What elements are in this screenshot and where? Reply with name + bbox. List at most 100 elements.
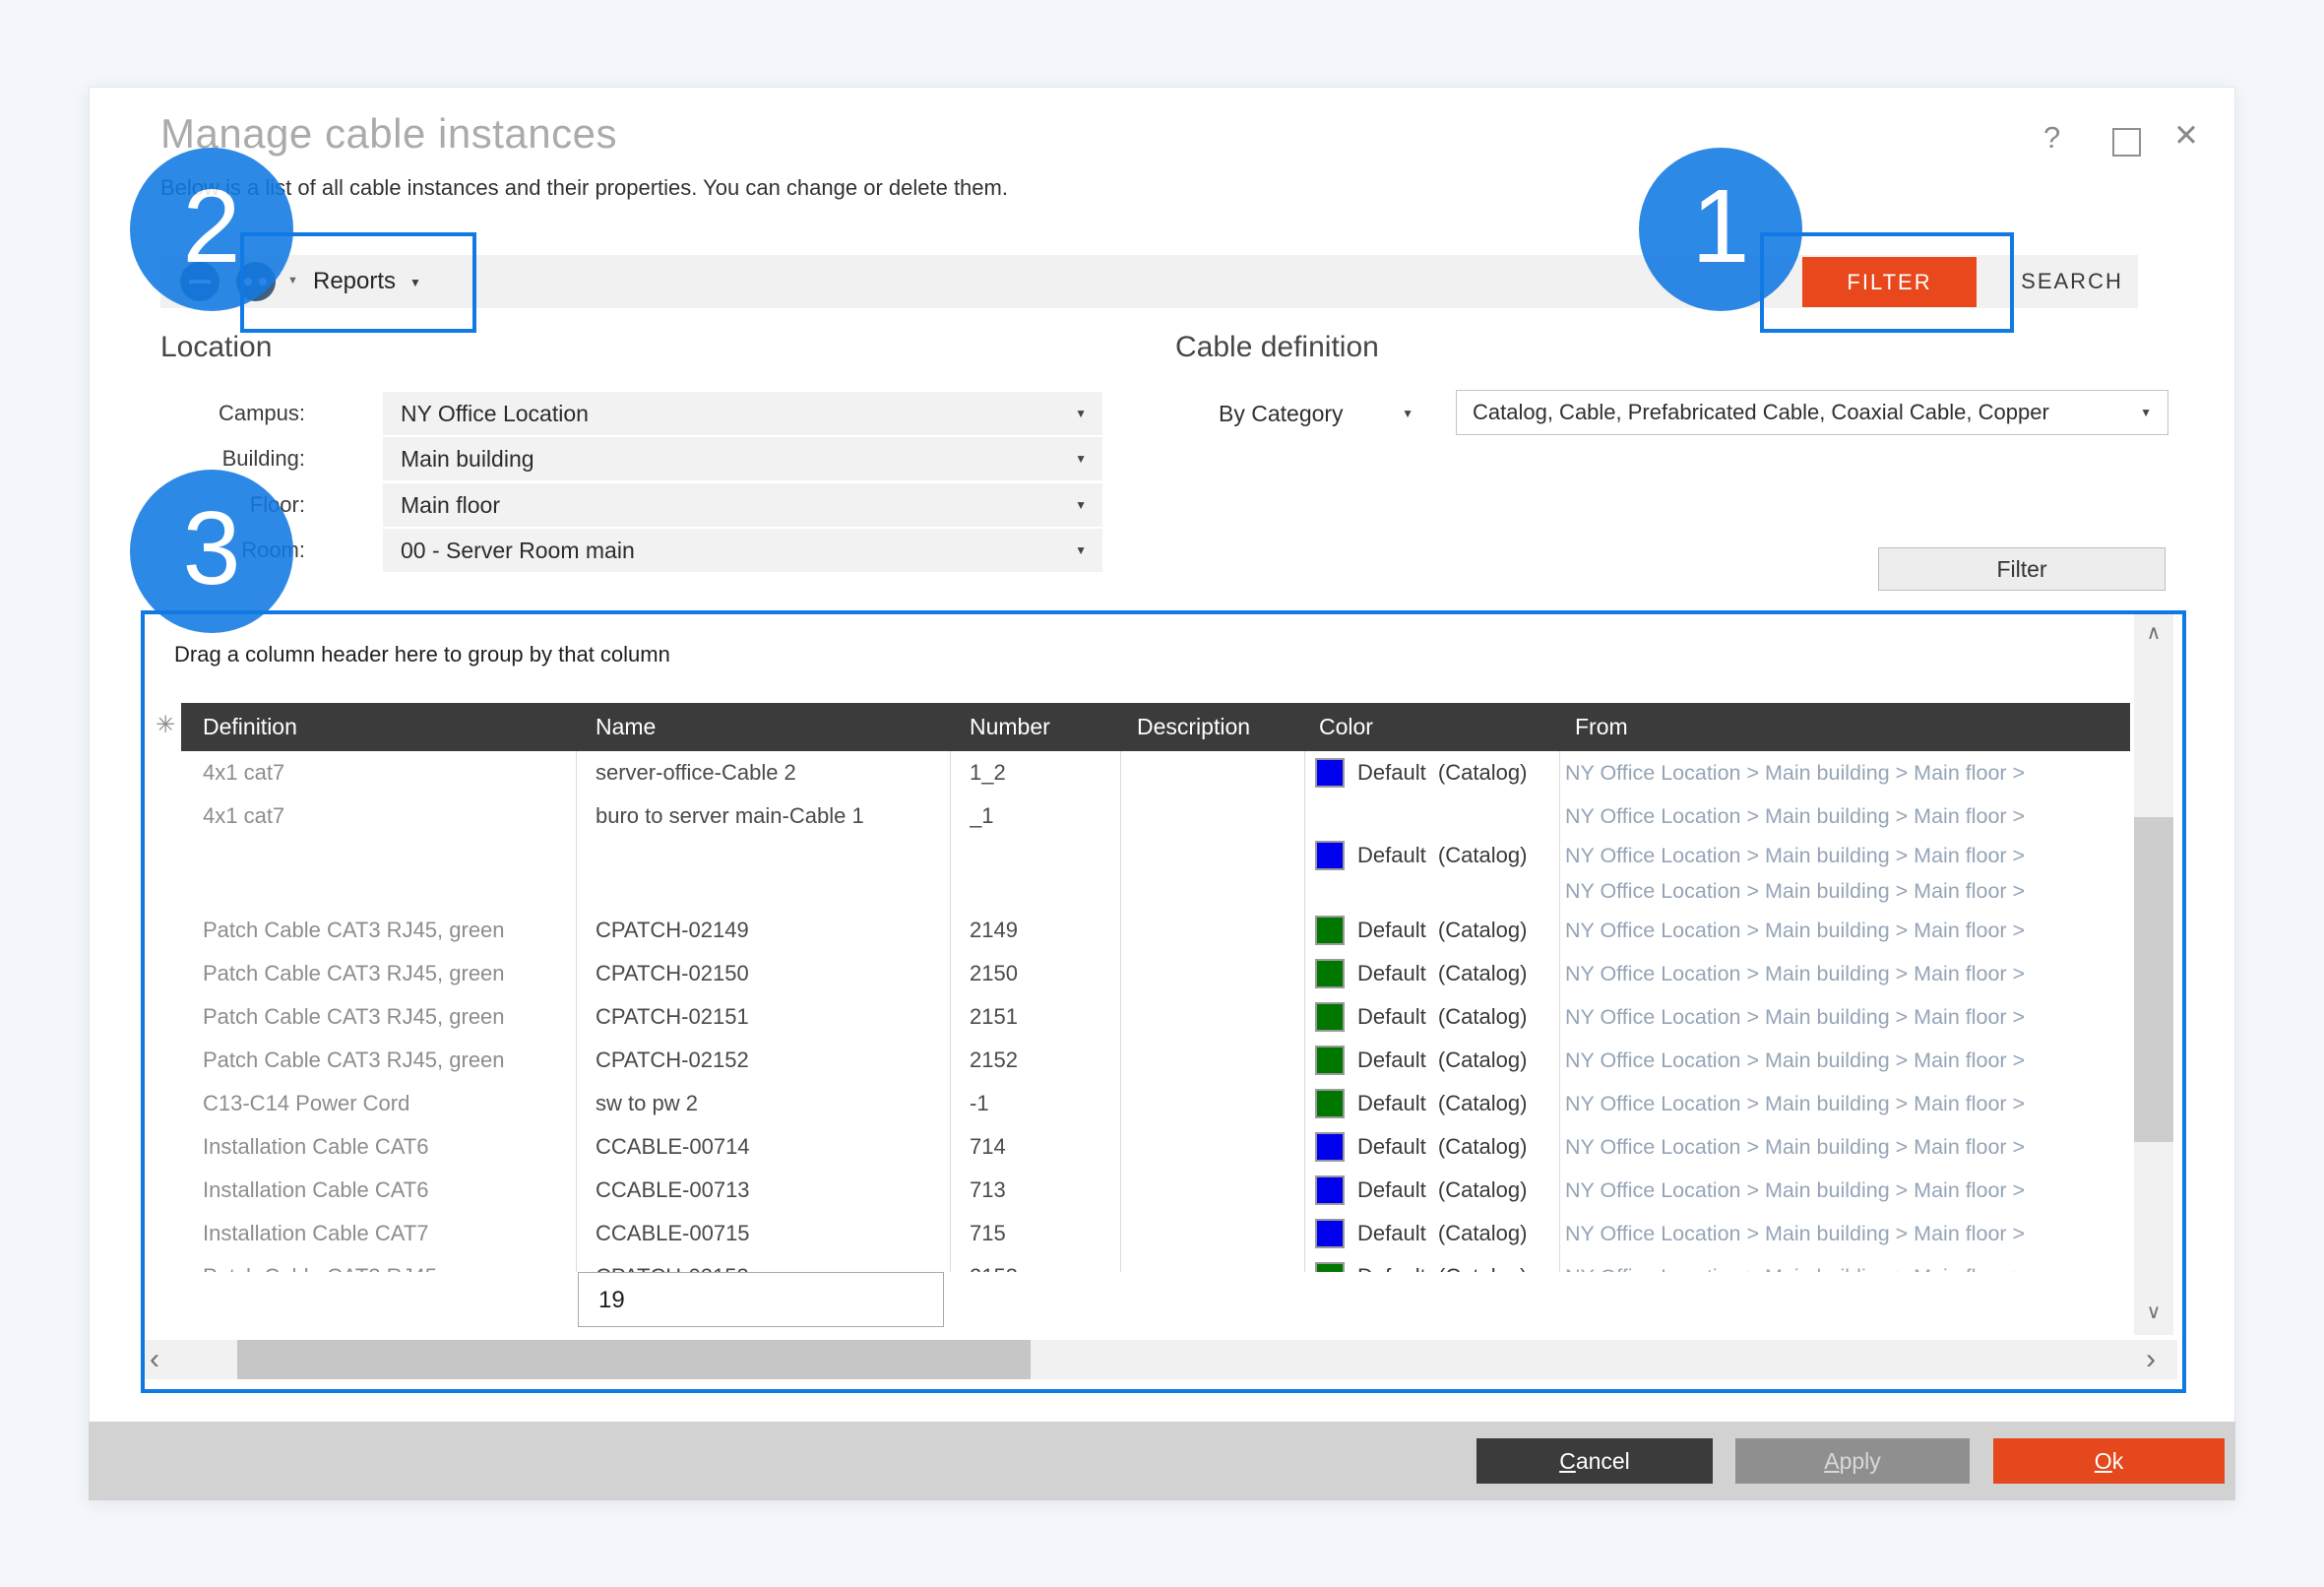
cell-number: 2153 — [970, 1255, 1107, 1272]
cell-color-label: Default (Catalog) — [1357, 1212, 1554, 1255]
color-swatch-blue — [1315, 841, 1345, 870]
cell-definition: Patch Cable CAT3 RJ45, green — [203, 1039, 567, 1082]
scroll-right-icon[interactable]: › — [2146, 1341, 2156, 1378]
maximize-icon[interactable] — [2112, 128, 2141, 157]
cell-number: 2150 — [970, 952, 1107, 995]
cell-from: NY Office Location > Main building > Mai… — [1565, 873, 2129, 909]
table-row[interactable]: Patch Cable CAT3 RJ45, greenCPATCH-02150… — [145, 952, 2130, 995]
cell-color-label: Default (Catalog) — [1357, 1255, 1554, 1272]
column-header-number[interactable]: Number — [970, 703, 1050, 751]
color-swatch-blue — [1315, 1219, 1345, 1248]
table-row[interactable]: Default (Catalog) NY Office Location > Ma… — [145, 838, 2130, 873]
cell-definition: Patch Cable CAT3 RJ45, green — [203, 1255, 567, 1272]
category-value: Catalog, Cable, Prefabricated Cable, Coa… — [1457, 391, 2132, 434]
building-dropdown[interactable]: Main building ▼ — [383, 437, 1102, 480]
annotation-step-1: 1 — [1639, 148, 1802, 311]
cell-from: NY Office Location > Main building > Mai… — [1565, 751, 2129, 794]
cell-number: 715 — [970, 1212, 1107, 1255]
location-heading: Location — [160, 331, 272, 364]
column-header-color[interactable]: Color — [1319, 703, 1373, 751]
cell-definition: 4x1 cat7 — [203, 794, 567, 838]
ok-button[interactable]: Ok — [1993, 1438, 2225, 1484]
table-row[interactable]: Installation Cable CAT6CCABLE-00713713De… — [145, 1169, 2130, 1212]
cell-from: NY Office Location > Main building > Mai… — [1565, 1169, 2129, 1212]
table-row[interactable]: Installation Cable CAT7CCABLE-00715715De… — [145, 1212, 2130, 1255]
chevron-down-icon: ▼ — [1075, 483, 1087, 527]
cell-color-label: Default (Catalog) — [1357, 751, 1554, 794]
cable-definition-heading: Cable definition — [1175, 331, 1379, 364]
table-row[interactable]: Patch Cable CAT3 RJ45, green CPATCH-02152… — [145, 1039, 2130, 1082]
cell-from: NY Office Location > Main building > Mai… — [1565, 1039, 2129, 1082]
column-header-definition[interactable]: Definition — [203, 703, 297, 751]
cell-name: CCABLE-00714 — [596, 1125, 942, 1169]
floor-value: Main floor — [383, 492, 500, 518]
horizontal-scroll-thumb[interactable] — [237, 1340, 1031, 1379]
filter-button[interactable]: Filter — [1878, 547, 2166, 591]
table-row[interactable]: Patch Cable CAT3 RJ45, greenCPATCH-02149… — [145, 909, 2130, 952]
cell-definition: Installation Cable CAT6 — [203, 1125, 567, 1169]
floor-dropdown[interactable]: Main floor ▼ — [383, 483, 1102, 527]
cell-color-label: Default (Catalog) — [1357, 1082, 1554, 1125]
cell-name: CPATCH-02152 — [596, 1039, 942, 1082]
cancel-button[interactable]: Cancel — [1476, 1438, 1713, 1484]
table-row[interactable]: 4x1 cat7server-office-Cable 21_2Default … — [145, 751, 2130, 794]
annotation-step-2: 2 — [130, 148, 293, 311]
cell-from: NY Office Location > Main building > Mai… — [1565, 1255, 2129, 1272]
table-row[interactable]: NY Office Location > Main building > Mai… — [145, 873, 2130, 909]
cell-definition: C13-C14 Power Cord — [203, 1082, 567, 1125]
apply-button[interactable]: Apply — [1735, 1438, 1970, 1484]
row-selector-icon: ✳ — [156, 711, 175, 739]
cell-number: 1_2 — [970, 751, 1107, 794]
scroll-down-icon[interactable]: ∨ — [2134, 1300, 2173, 1324]
column-header-from[interactable]: From — [1575, 703, 1628, 751]
cell-name: sw to pw 2 — [596, 1082, 942, 1125]
close-icon[interactable]: ✕ — [2173, 118, 2199, 154]
table-row[interactable]: C13-C14 Power Cordsw to pw 2-1Default (C… — [145, 1082, 2130, 1125]
grid-header-row: Definition Name Number Description Color… — [181, 703, 2130, 751]
help-icon[interactable]: ? — [2043, 120, 2060, 156]
table-row[interactable]: 4x1 cat7buro to server main-Cable 1_1NY … — [145, 794, 2130, 838]
color-swatch-green — [1315, 916, 1345, 945]
scroll-left-icon[interactable]: ‹ — [150, 1341, 159, 1378]
cell-from: NY Office Location > Main building > Mai… — [1565, 794, 2129, 838]
campus-dropdown[interactable]: NY Office Location ▼ — [383, 392, 1102, 435]
cell-color-label: Default (Catalog) — [1357, 1039, 1554, 1082]
cell-definition: Patch Cable CAT3 RJ45, green — [203, 909, 567, 952]
table-row[interactable]: Patch Cable CAT3 RJ45, green CPATCH-02153… — [145, 1255, 2130, 1272]
column-header-name[interactable]: Name — [596, 703, 656, 751]
by-category-dropdown[interactable]: By Category ▼ — [1219, 392, 1429, 435]
color-swatch-green — [1315, 1262, 1345, 1272]
cell-from: NY Office Location > Main building > Mai… — [1565, 838, 2129, 873]
chevron-down-icon: ▼ — [1075, 392, 1087, 435]
column-header-description[interactable]: Description — [1137, 703, 1250, 751]
cell-name: CPATCH-02153 — [596, 1255, 942, 1272]
dialog-description: Below is a list of all cable instances a… — [160, 175, 1008, 201]
ok-label: Ok — [2095, 1438, 2123, 1484]
cell-from: NY Office Location > Main building > Mai… — [1565, 1125, 2129, 1169]
vertical-scroll-thumb[interactable] — [2134, 817, 2173, 1142]
cell-definition: Installation Cable CAT6 — [203, 1169, 567, 1212]
room-dropdown[interactable]: 00 - Server Room main ▼ — [383, 529, 1102, 572]
annotation-step-3: 3 — [130, 470, 293, 633]
cell-from: NY Office Location > Main building > Mai… — [1565, 995, 2129, 1039]
cell-editor-input[interactable] — [579, 1273, 923, 1314]
cell-color-label: Default (Catalog) — [1357, 995, 1554, 1039]
table-row[interactable]: Patch Cable CAT3 RJ45, greenCPATCH-02151… — [145, 995, 2130, 1039]
cell-color-label: Default (Catalog) — [1357, 909, 1554, 952]
cell-color-label: Default (Catalog) — [1357, 1169, 1554, 1212]
cell-number: _1 — [970, 794, 1107, 838]
cell-definition: Patch Cable CAT3 RJ45, green — [203, 995, 567, 1039]
color-swatch-green — [1315, 959, 1345, 988]
cell-from: NY Office Location > Main building > Mai… — [1565, 909, 2129, 952]
cell-color-label: Default (Catalog) — [1357, 838, 1554, 873]
group-by-hint: Drag a column header here to group by th… — [174, 642, 670, 667]
cell-number: 2149 — [970, 909, 1107, 952]
cell-name: CCABLE-00713 — [596, 1169, 942, 1212]
room-value: 00 - Server Room main — [383, 538, 635, 563]
search-tab-button[interactable]: SEARCH — [1998, 255, 2146, 308]
chevron-down-icon: ▼ — [1075, 437, 1087, 480]
scroll-up-icon[interactable]: ∧ — [2134, 620, 2173, 645]
table-row[interactable]: Installation Cable CAT6CCABLE-00714714De… — [145, 1125, 2130, 1169]
cell-color-label: Default (Catalog) — [1357, 952, 1554, 995]
category-value-dropdown[interactable]: Catalog, Cable, Prefabricated Cable, Coa… — [1456, 390, 2168, 435]
